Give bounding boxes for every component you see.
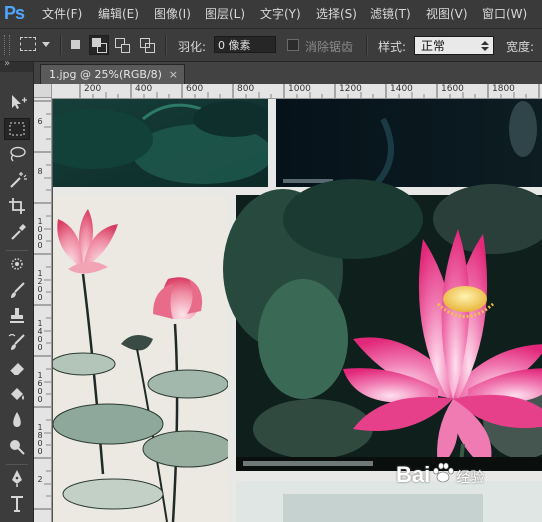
move-tool-icon[interactable] <box>4 92 30 114</box>
tools-separator <box>6 250 28 251</box>
clone-stamp-icon[interactable] <box>4 306 30 328</box>
intersect-selection-button[interactable] <box>137 35 157 55</box>
style-label: 样式: <box>378 40 407 54</box>
ruler-label: 1600 <box>441 84 464 94</box>
tools-panel <box>0 58 34 522</box>
paint-bucket-icon[interactable] <box>4 384 30 406</box>
magic-wand-icon[interactable] <box>4 170 30 192</box>
tools-separator <box>6 464 28 465</box>
baidu-watermark: Bai 经验 <box>396 460 484 500</box>
watermark-subtitle: 经验 <box>456 469 485 485</box>
menu-item[interactable]: 图层(L) <box>205 6 245 22</box>
menu-bar: Ps 文件(F) 编辑(E) 图像(I) 图层(L) 文字(Y) 选择(S) 滤镜(T) 视图… <box>0 0 542 29</box>
document-tab[interactable]: 1.jpg @ 25%(RGB/8) × <box>40 64 185 84</box>
lotus-collage-image <box>53 99 542 522</box>
menu-item[interactable]: 视图(V) <box>426 6 468 22</box>
new-selection-button[interactable] <box>66 35 86 55</box>
ruler-label: 1 6 0 0 <box>37 371 43 404</box>
vertical-ruler[interactable]: 6 8 1 0 0 0 1 2 0 0 1 4 0 0 1 6 0 0 1 8 … <box>34 98 52 522</box>
baidu-paw-icon <box>433 462 455 483</box>
antialias-label: 消除锯齿 <box>305 40 354 54</box>
options-separator <box>60 35 62 55</box>
ruler-label: 1 2 0 0 <box>37 269 43 302</box>
rect-marquee-preset-icon[interactable] <box>20 37 36 51</box>
ruler-label: 200 <box>84 84 102 94</box>
antialias-checkbox[interactable] <box>287 39 299 51</box>
horizontal-ruler[interactable]: 200 400 600 800 1000 1200 1400 1600 1800 <box>52 84 542 99</box>
style-select-value: 正常 <box>421 39 446 53</box>
document-tab-title: 1.jpg @ 25%(RGB/8) <box>49 68 162 81</box>
menu-item[interactable]: 文字(Y) <box>260 6 301 22</box>
document-tab-bar: 1.jpg @ 25%(RGB/8) × <box>34 62 542 85</box>
ruler-label: 800 <box>237 84 255 94</box>
photoshop-logo: Ps <box>4 3 25 23</box>
pen-tool-icon[interactable] <box>4 468 30 490</box>
ruler-label: 1200 <box>339 84 362 94</box>
feather-label: 羽化: <box>178 40 207 54</box>
style-select[interactable]: 正常 <box>414 36 494 55</box>
ruler-label: 400 <box>135 84 153 94</box>
marquee-tool-icon[interactable] <box>4 118 30 140</box>
ruler-label: 1800 <box>492 84 515 94</box>
tools-panel-header[interactable] <box>0 58 33 72</box>
watermark-brand: Bai <box>396 462 431 487</box>
menu-item[interactable]: 文件(F) <box>42 6 82 22</box>
options-separator <box>165 35 167 55</box>
ruler-label: 1000 <box>288 84 311 94</box>
eraser-icon[interactable] <box>4 358 30 380</box>
ruler-label: 1 8 0 0 <box>37 423 43 456</box>
history-brush-icon[interactable] <box>4 332 30 354</box>
crop-tool-icon[interactable] <box>4 196 30 218</box>
subtract-from-selection-button[interactable] <box>112 35 132 55</box>
lasso-tool-icon[interactable] <box>4 144 30 166</box>
preset-dropdown-arrow-icon[interactable] <box>42 42 50 47</box>
type-tool-icon[interactable] <box>4 494 30 516</box>
menu-item[interactable]: 窗口(W) <box>482 6 527 22</box>
ruler-label: 8 <box>37 167 43 176</box>
ruler-origin[interactable] <box>34 84 52 98</box>
menu-item[interactable]: 图像(I) <box>154 6 191 22</box>
options-bar-grip[interactable] <box>4 35 10 55</box>
ruler-label: 1 4 0 0 <box>37 319 43 352</box>
ruler-label: 600 <box>186 84 204 94</box>
select-chevron-icon <box>481 41 489 51</box>
menu-item[interactable]: 滤镜(T) <box>370 6 411 22</box>
ruler-label: 2 <box>37 475 43 484</box>
width-label: 宽度: <box>506 40 535 54</box>
brush-tool-icon[interactable] <box>4 280 30 302</box>
feather-input[interactable]: 0 像素 <box>214 36 276 53</box>
ruler-label: 1 0 0 0 <box>37 217 43 250</box>
ruler-label: 1400 <box>390 84 413 94</box>
menu-item[interactable]: 选择(S) <box>316 6 357 22</box>
options-bar: 羽化: 0 像素 消除锯齿 样式: 正常 宽度: <box>0 29 542 62</box>
dodge-tool-icon[interactable] <box>4 436 30 458</box>
healing-brush-icon[interactable] <box>4 254 30 276</box>
blur-tool-icon[interactable] <box>4 410 30 432</box>
close-tab-icon[interactable]: × <box>169 65 178 85</box>
document-canvas[interactable] <box>53 99 542 522</box>
ruler-label: 6 <box>37 117 43 126</box>
options-separator <box>366 35 368 55</box>
eyedropper-icon[interactable] <box>4 222 30 244</box>
menu-item[interactable]: 编辑(E) <box>98 6 139 22</box>
add-to-selection-button[interactable] <box>89 35 109 55</box>
